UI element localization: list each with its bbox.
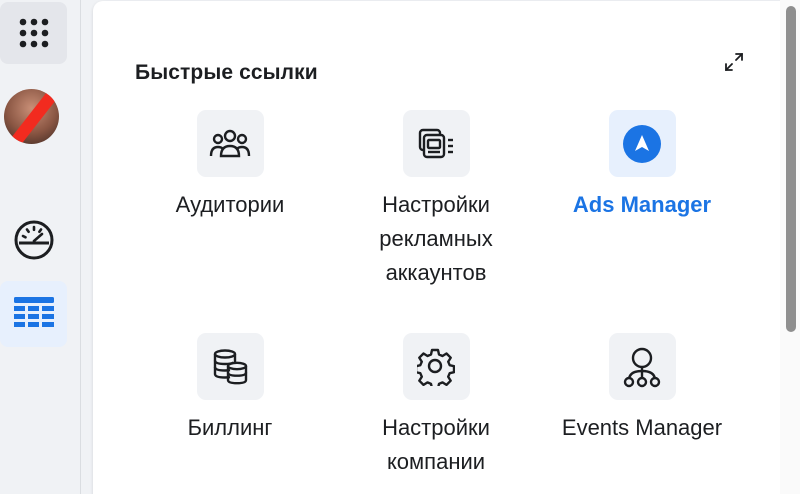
avatar-redaction-mark [6, 89, 59, 144]
billing-icon-box [196, 333, 264, 400]
quick-links-card: Быстрые ссылки Аудитории Настройки рекла… [93, 1, 800, 494]
tile-label: Настройки рекламных аккаунтов [379, 192, 493, 285]
quick-link-ads-manager[interactable]: Ads Manager [539, 110, 745, 222]
tile-label: Events Manager [561, 415, 723, 440]
billing-icon [213, 348, 248, 384]
tile-label: Ads Manager [572, 192, 712, 217]
events-manager-icon-box [608, 333, 676, 400]
ads-manager-icon-box [608, 110, 676, 177]
apps-grid-icon [19, 18, 48, 48]
quick-link-ad-account-settings[interactable]: Настройки рекламных аккаунтов [333, 110, 539, 290]
table-grid-icon [13, 297, 54, 327]
audiences-icon [209, 129, 251, 157]
ad-account-settings-icon [418, 128, 453, 158]
card-title: Быстрые ссылки [135, 61, 318, 84]
quick-link-audiences[interactable]: Аудитории [127, 110, 333, 222]
dashboard-gauge-icon [14, 220, 53, 260]
expand-icon [725, 53, 743, 71]
tile-label: Аудитории [175, 192, 285, 217]
quick-link-billing[interactable]: Биллинг [127, 333, 333, 445]
dashboard-button[interactable] [0, 207, 67, 273]
apps-menu-button[interactable] [0, 2, 67, 64]
table-view-button[interactable] [0, 281, 67, 347]
business-settings-icon [417, 348, 455, 386]
left-rail [0, 0, 81, 494]
ad-account-settings-icon-box [402, 110, 470, 177]
page: Быстрые ссылки Аудитории Настройки рекла… [0, 0, 800, 494]
user-avatar[interactable] [4, 89, 59, 144]
quick-link-events-manager[interactable]: Events Manager [539, 333, 745, 445]
ads-manager-icon [623, 124, 661, 163]
expand-button[interactable] [721, 49, 747, 75]
tile-label: Биллинг [187, 415, 273, 440]
tile-label: Настройки компании [382, 415, 490, 474]
audiences-icon-box [196, 110, 264, 177]
scrollbar-thumb[interactable] [786, 6, 796, 332]
events-manager-icon [623, 347, 661, 387]
business-settings-icon-box [402, 333, 470, 400]
quick-link-business-settings[interactable]: Настройки компании [333, 333, 539, 479]
